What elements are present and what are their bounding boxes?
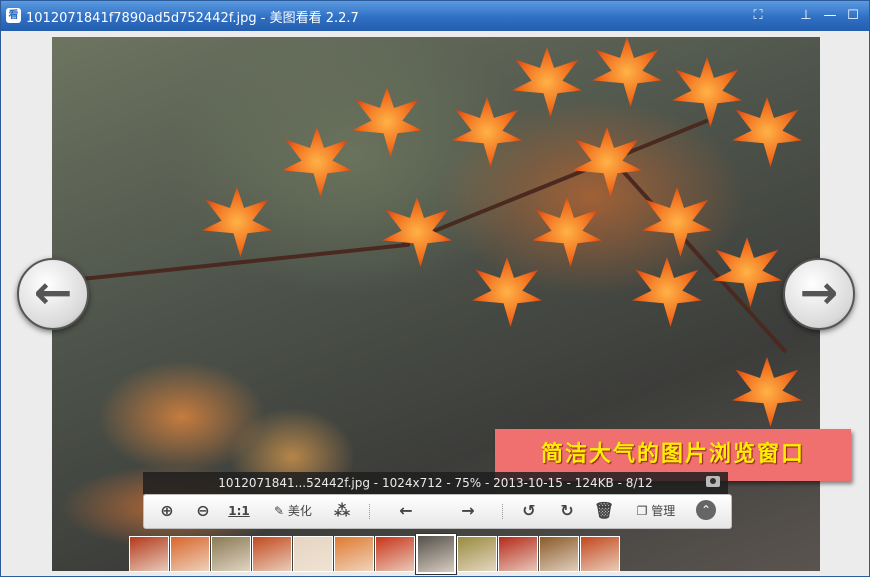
leaf-shape (732, 97, 802, 167)
rotate-right-icon[interactable]: ↻ (556, 500, 578, 522)
image-toolbar: ⊕ ⊖ 1:1 ✎ 美化 ⁂ ← → ↺ ↻ 🗑 ❐ 管理 ⌃ (143, 494, 732, 529)
thumbnail-item[interactable] (129, 536, 169, 572)
thumbnail-item[interactable] (334, 536, 374, 572)
divider (369, 504, 371, 519)
delete-icon[interactable]: 🗑 (594, 500, 614, 522)
branch-shape (81, 242, 411, 281)
divider (502, 504, 504, 519)
pencil-icon: ✎ (274, 504, 288, 518)
manage-label: 管理 (651, 504, 676, 518)
rotate-left-icon[interactable]: ↺ (518, 500, 540, 522)
minimize-icon[interactable]: — (821, 7, 839, 25)
image-info-bar: 1012071841...52442f.jpg - 1024x712 - 75%… (143, 472, 728, 494)
leaf-shape (572, 127, 642, 197)
thumbnail-item[interactable] (252, 536, 292, 572)
app-logo-icon: 看 (6, 8, 21, 23)
beautify-label: 美化 (287, 504, 312, 518)
thumbnail-item[interactable] (539, 536, 579, 572)
leaf-shape (472, 257, 542, 327)
manage-button[interactable]: ❐ 管理 (630, 500, 682, 522)
prev-image-button[interactable]: ← (394, 500, 418, 522)
leaf-shape (382, 197, 452, 267)
image-info-text: 1012071841...52442f.jpg - 1024x712 - 75%… (218, 476, 653, 490)
maximize-icon[interactable]: ☐ (844, 7, 862, 25)
title-bar[interactable]: 看 1012071841f7890ad5d752442f.jpg - 美图看看 … (1, 1, 869, 31)
branch-shape (610, 157, 788, 354)
leaf-shape (282, 127, 352, 197)
leaf-shape (352, 87, 422, 157)
next-image-button[interactable]: → (456, 500, 480, 522)
fullscreen-icon[interactable]: ⛶ (749, 7, 767, 25)
collapse-icon[interactable]: ⌃ (696, 500, 716, 520)
camera-icon[interactable] (706, 476, 720, 487)
thumbnail-item[interactable] (415, 533, 457, 575)
thumbnail-item[interactable] (457, 536, 497, 572)
thumbnail-item[interactable] (211, 536, 251, 572)
share-icon[interactable]: ⁂ (330, 500, 354, 522)
thumbnail-item[interactable] (170, 536, 210, 572)
folder-icon: ❐ (636, 504, 652, 518)
leaf-shape (202, 187, 272, 257)
actual-size-button[interactable]: 1:1 (226, 500, 252, 522)
leaf-shape (452, 97, 522, 167)
thumbnail-item[interactable] (375, 536, 415, 572)
zoom-in-icon[interactable]: ⊕ (156, 500, 178, 522)
window-title: 1012071841f7890ad5d752442f.jpg - 美图看看 2.… (26, 11, 359, 26)
beautify-button[interactable]: ✎ 美化 (268, 500, 318, 522)
leaf-shape (532, 197, 602, 267)
leaf-shape (592, 37, 662, 107)
arrow-right-icon[interactable]: → (783, 258, 855, 330)
leaf-shape (512, 47, 582, 117)
thumbnail-item[interactable] (580, 536, 620, 572)
thumbnail-item[interactable] (293, 536, 333, 572)
viewer-area: ← → 简洁大气的图片浏览窗口 1012071841...52442f.jpg … (1, 31, 869, 576)
leaf-shape (632, 257, 702, 327)
app-window: 看 1012071841f7890ad5d752442f.jpg - 美图看看 … (0, 0, 870, 577)
leaf-shape (642, 187, 712, 257)
pin-icon[interactable]: ⊥ (797, 7, 815, 25)
arrow-left-icon[interactable]: ← (17, 258, 89, 330)
leaf-shape (712, 237, 782, 307)
leaf-shape (672, 57, 742, 127)
leaf-shape (732, 357, 802, 427)
zoom-out-icon[interactable]: ⊖ (192, 500, 214, 522)
thumbnail-item[interactable] (498, 536, 538, 572)
